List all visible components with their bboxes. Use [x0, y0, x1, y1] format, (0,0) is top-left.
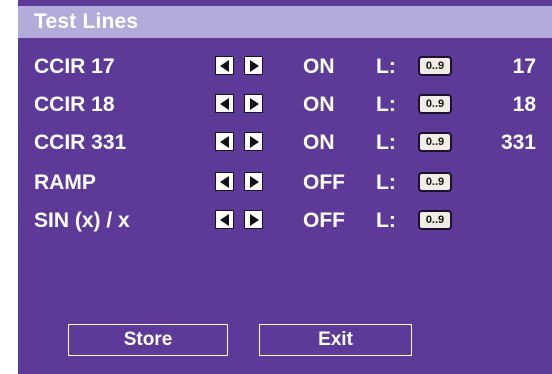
row-l-label: L: [376, 209, 396, 232]
row-ccir-331: CCIR 331 ON L: 0..9 331 [18, 126, 552, 160]
arrow-right-icon[interactable] [244, 56, 263, 75]
arrow-right-icon[interactable] [244, 210, 263, 229]
row-label: SIN (x) / x [34, 209, 130, 232]
row-ccir-18: CCIR 18 ON L: 0..9 18 [18, 88, 552, 122]
row-label: RAMP [34, 171, 96, 194]
arrow-right-icon[interactable] [244, 94, 263, 113]
row-l-label: L: [376, 93, 396, 116]
row-label: CCIR 18 [34, 93, 115, 116]
row-value: 18 [512, 93, 536, 116]
panel-title: Test Lines [34, 10, 139, 33]
arrow-left-icon[interactable] [215, 56, 234, 75]
row-sin-x-over-x: SIN (x) / x OFF L: 0..9 [18, 204, 552, 238]
range-selector[interactable]: 0..9 [418, 172, 452, 192]
row-value: 331 [500, 131, 536, 154]
row-value: 17 [512, 55, 536, 78]
arrow-left-icon[interactable] [215, 132, 234, 151]
arrow-right-icon[interactable] [244, 172, 263, 191]
range-selector[interactable]: 0..9 [418, 56, 452, 76]
row-state: OFF [303, 209, 345, 232]
range-selector[interactable]: 0..9 [418, 132, 452, 152]
exit-button[interactable]: Exit [259, 324, 412, 356]
row-ccir-17: CCIR 17 ON L: 0..9 17 [18, 50, 552, 84]
row-label: CCIR 331 [34, 131, 127, 154]
row-label: CCIR 17 [34, 55, 115, 78]
row-state: OFF [303, 171, 345, 194]
row-state: ON [303, 93, 335, 116]
row-ramp: RAMP OFF L: 0..9 [18, 166, 552, 200]
range-selector[interactable]: 0..9 [418, 210, 452, 230]
row-l-label: L: [376, 171, 396, 194]
arrow-left-icon[interactable] [215, 210, 234, 229]
title-bar: Test Lines [18, 6, 552, 38]
arrow-left-icon[interactable] [215, 172, 234, 191]
row-state: ON [303, 55, 335, 78]
row-l-label: L: [376, 131, 396, 154]
row-state: ON [303, 131, 335, 154]
range-selector[interactable]: 0..9 [418, 94, 452, 114]
store-button[interactable]: Store [68, 324, 228, 356]
row-l-label: L: [376, 55, 396, 78]
test-lines-panel: Test Lines CCIR 17 ON L: 0..9 17 CCIR 18… [18, 0, 552, 374]
arrow-right-icon[interactable] [244, 132, 263, 151]
arrow-left-icon[interactable] [215, 94, 234, 113]
